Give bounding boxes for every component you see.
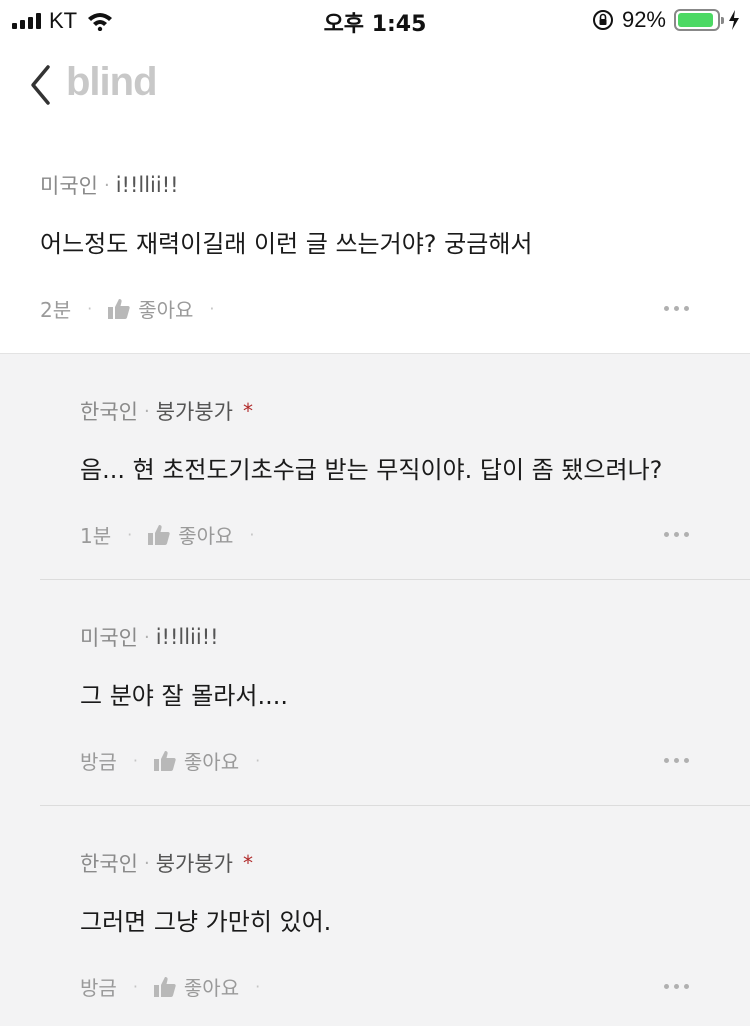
like-button[interactable]: 좋아요 — [153, 972, 240, 1001]
thumbs-up-icon — [153, 976, 176, 997]
nickname[interactable]: i!!llii!! — [156, 625, 219, 649]
more-options-icon[interactable] — [664, 984, 689, 989]
company-label: 미국인 — [40, 174, 98, 198]
status-right: 92% — [592, 7, 740, 33]
reply-meta: 한국인 · 붕가붕가 * — [80, 848, 253, 878]
reply-meta: 미국인 · i!!llii!! — [80, 622, 219, 652]
comment: 미국인 · i!!llii!! 어느정도 재력이길래 이런 글 쓰는거야? 궁금… — [0, 150, 750, 354]
nickname[interactable]: i!!llii!! — [116, 173, 179, 197]
nickname[interactable]: 붕가붕가 — [156, 848, 233, 878]
brand-logo: blind — [66, 60, 158, 104]
chevron-left-icon — [31, 65, 50, 105]
thumbs-up-icon — [148, 524, 170, 545]
charging-icon — [729, 10, 739, 30]
battery-fill — [678, 13, 713, 27]
battery-percent: 92% — [621, 7, 666, 32]
separator-dot: · — [255, 977, 261, 996]
comment-text: 어느정도 재력이길래 이런 글 쓰는거야? 궁금해서 — [40, 230, 533, 258]
rotation-lock-icon — [592, 10, 613, 30]
reply-actions: 방금 · 좋아요 · — [80, 746, 276, 775]
company-label: 한국인 — [80, 400, 138, 424]
like-label: 좋아요 — [178, 524, 234, 548]
reply-item: 한국인 · 붕가붕가 * 음... 현 초전도기초수급 받는 무직이야. 답이 … — [40, 354, 750, 580]
like-label: 좋아요 — [183, 976, 240, 1000]
meta-dot: · — [143, 400, 150, 422]
author-mark: * — [242, 851, 253, 875]
separator-dot: · — [87, 299, 93, 318]
separator-dot: · — [127, 525, 133, 544]
reply-item: 한국인 · 붕가붕가 * 그러면 그냥 가만히 있어. 방금 · 좋아요 · — [40, 806, 750, 1032]
reply-actions: 1분 · 좋아요 · — [80, 520, 271, 549]
comment-actions: 2분 · 좋아요 · — [40, 294, 231, 323]
thumbs-up-icon — [108, 298, 130, 319]
meta-dot: · — [143, 626, 150, 648]
separator-dot: · — [132, 977, 138, 996]
reply-actions: 방금 · 좋아요 · — [80, 972, 276, 1001]
replies-list: 한국인 · 붕가붕가 * 음... 현 초전도기초수급 받는 무직이야. 답이 … — [0, 354, 750, 1026]
separator-dot: · — [132, 751, 138, 770]
reply-time: 방금 — [80, 750, 117, 774]
status-bar: KT 오후 1:45 92% — [0, 0, 750, 42]
reply-text: 음... 현 초전도기초수급 받는 무직이야. 답이 좀 됐으려나? — [80, 456, 663, 484]
battery-icon — [674, 9, 724, 31]
comment-meta: 미국인 · i!!llii!! — [40, 170, 179, 200]
meta-dot: · — [143, 852, 150, 874]
separator-dot: · — [209, 299, 215, 318]
like-button[interactable]: 좋아요 — [153, 746, 240, 775]
separator-dot: · — [255, 751, 261, 770]
company-label: 한국인 — [80, 852, 138, 876]
nickname[interactable]: 붕가붕가 — [156, 396, 233, 426]
separator-dot: · — [249, 525, 255, 544]
more-options-icon[interactable] — [664, 306, 689, 311]
back-button[interactable] — [24, 62, 64, 108]
more-options-icon[interactable] — [664, 532, 689, 537]
reply-item: 미국인 · i!!llii!! 그 분야 잘 몰라서.... 방금 · 좋아요 … — [40, 580, 750, 806]
reply-text: 그러면 그냥 가만히 있어. — [80, 908, 332, 936]
author-mark: * — [242, 399, 253, 423]
more-options-icon[interactable] — [664, 758, 689, 763]
like-button[interactable]: 좋아요 — [148, 520, 233, 549]
meta-dot: · — [103, 174, 110, 196]
like-label: 좋아요 — [183, 750, 240, 774]
company-label: 미국인 — [80, 626, 138, 650]
reply-time: 1분 — [80, 524, 112, 548]
nav-bar: blind — [0, 50, 750, 120]
thumbs-up-icon — [153, 750, 176, 771]
like-label: 좋아요 — [138, 298, 194, 322]
like-button[interactable]: 좋아요 — [108, 294, 193, 323]
comment-time: 2분 — [40, 298, 72, 322]
reply-time: 방금 — [80, 976, 117, 1000]
reply-text: 그 분야 잘 몰라서.... — [80, 682, 288, 710]
reply-meta: 한국인 · 붕가붕가 * — [80, 396, 253, 426]
